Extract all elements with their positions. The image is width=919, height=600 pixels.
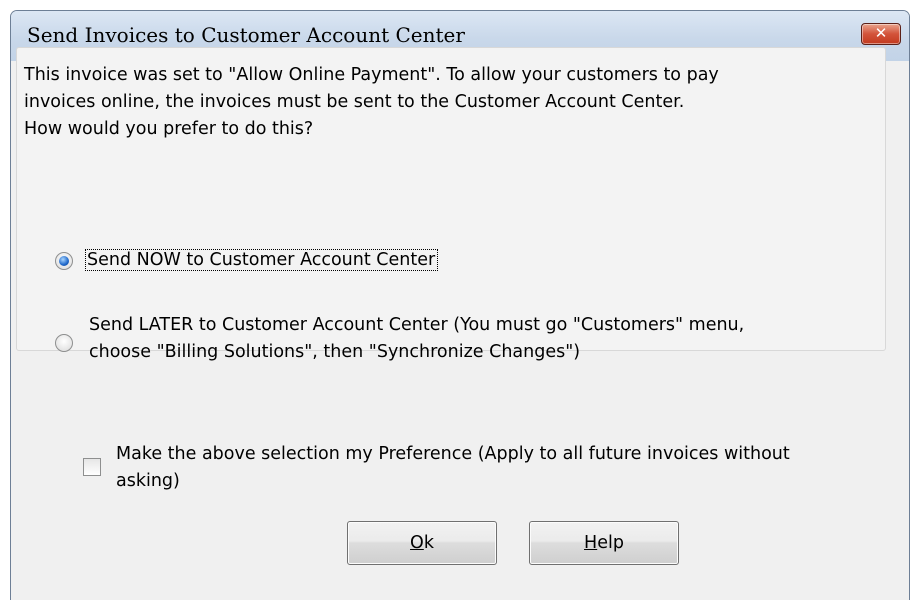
preference-line-2: asking)	[116, 471, 180, 491]
send-now-radio[interactable]	[55, 252, 73, 270]
close-button[interactable]: ✕	[861, 23, 901, 45]
dialog-title: Send Invoices to Customer Account Center	[27, 23, 465, 47]
preference-line-1: Make the above selection my Preference (…	[116, 444, 790, 464]
intro-message: This invoice was set to "Allow Online Pa…	[24, 62, 864, 143]
send-later-line-2: choose "Billing Solutions", then "Synchr…	[89, 342, 581, 362]
preference-option[interactable]: Make the above selection my Preference (…	[116, 441, 790, 495]
intro-line-3: How would you prefer to do this?	[24, 119, 314, 139]
help-mnemonic: H	[584, 533, 598, 553]
send-later-option[interactable]: Send LATER to Customer Account Center (Y…	[89, 312, 744, 366]
preference-checkbox[interactable]	[83, 458, 101, 476]
ok-button[interactable]: Ok	[347, 521, 497, 565]
help-label-rest: elp	[597, 533, 624, 553]
send-now-label: Send NOW to Customer Account Center	[84, 249, 439, 271]
send-later-radio[interactable]	[55, 334, 73, 352]
ok-mnemonic: O	[410, 533, 424, 553]
intro-line-2: invoices online, the invoices must be se…	[24, 92, 685, 112]
close-icon: ✕	[874, 24, 888, 42]
send-later-line-1: Send LATER to Customer Account Center (Y…	[89, 315, 745, 335]
send-now-option[interactable]: Send NOW to Customer Account Center	[84, 247, 439, 274]
ok-label-rest: k	[423, 533, 434, 553]
intro-line-1: This invoice was set to "Allow Online Pa…	[24, 65, 719, 85]
help-button[interactable]: Help	[529, 521, 679, 565]
